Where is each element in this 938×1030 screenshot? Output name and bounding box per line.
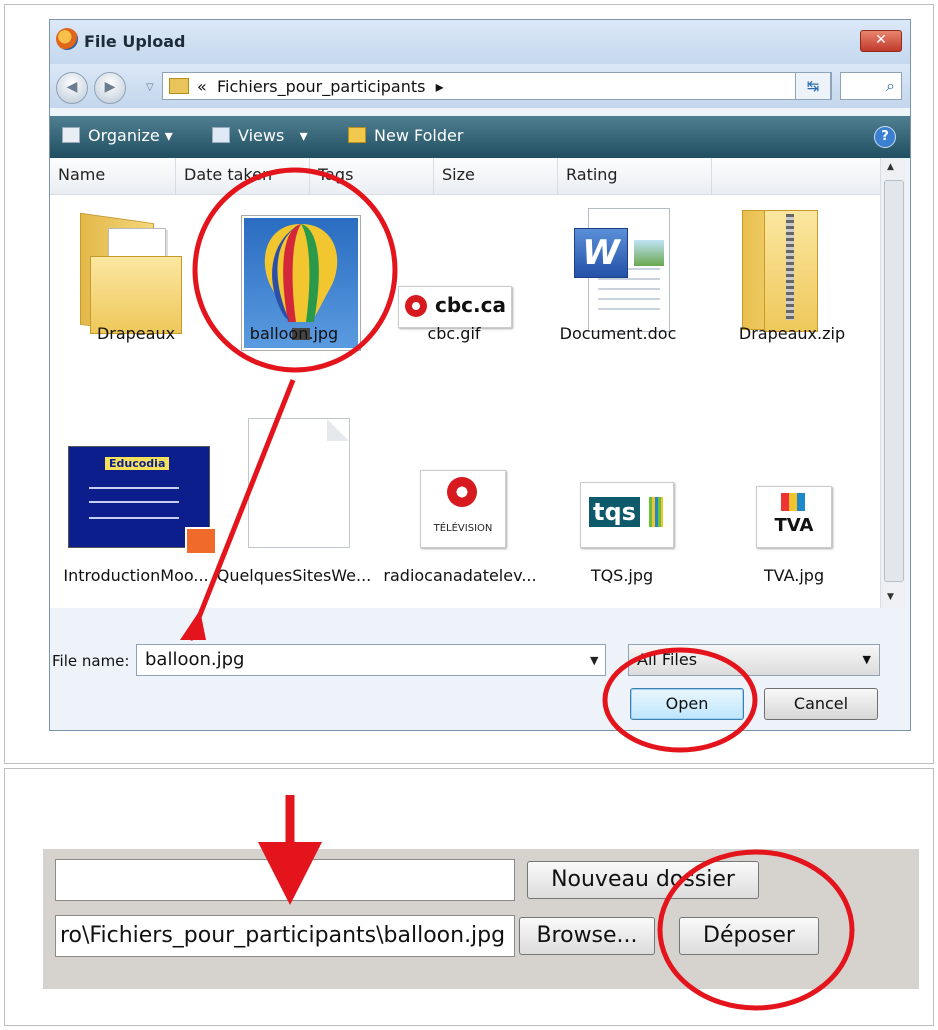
file-item-drapeaux-zip[interactable]: Drapeaux.zip <box>712 202 872 362</box>
column-size[interactable]: Size <box>434 158 558 194</box>
search-input[interactable]: ⌕ <box>840 72 902 100</box>
back-button[interactable]: ◀ <box>56 72 88 104</box>
tqs-logo-icon: tqs <box>580 482 674 548</box>
folder-name-input[interactable] <box>55 859 515 901</box>
file-name-label: File name: <box>52 652 130 670</box>
cbc-logo-icon: cbc.ca <box>398 286 512 328</box>
file-item-quelques-sites[interactable]: QuelquesSitesWe... <box>214 398 374 598</box>
new-folder-icon <box>348 127 366 143</box>
column-rating[interactable]: Rating <box>558 158 712 194</box>
title-bar: File Upload ✕ <box>50 20 910 64</box>
file-item-cbc[interactable]: cbc.ca cbc.gif <box>374 202 534 362</box>
folder-icon <box>80 212 184 336</box>
scrollbar-thumb[interactable] <box>884 180 904 582</box>
file-list: Name Date taken Tags Size Rating Drapeau… <box>50 158 880 608</box>
help-icon[interactable]: ? <box>874 126 896 148</box>
upload-form-panel: Nouveau dossier ro\Fichiers_pour_partici… <box>43 849 919 989</box>
file-path-input[interactable]: ro\Fichiers_pour_participants\balloon.jp… <box>55 915 515 957</box>
firefox-icon <box>56 28 78 50</box>
vertical-scrollbar[interactable]: ▲ ▼ <box>880 158 905 608</box>
tva-logo-icon: TVA <box>756 486 832 548</box>
path-breadcrumb[interactable]: « Fichiers_pour_participants ▸ ▼ <box>162 72 832 100</box>
zip-folder-icon <box>742 210 838 334</box>
organize-menu[interactable]: Organize ▾ <box>62 126 173 145</box>
new-folder-button[interactable]: New Folder <box>348 126 463 145</box>
browse-button[interactable]: Browse... <box>519 917 655 955</box>
dialog-title: File Upload <box>84 32 186 51</box>
close-button[interactable]: ✕ <box>860 30 902 52</box>
views-icon <box>212 127 230 143</box>
path-segment[interactable]: Fichiers_pour_participants <box>217 77 426 96</box>
refresh-button[interactable]: ↹ <box>795 72 831 100</box>
file-item-radiocanada[interactable]: TÉLÉVISION radiocanadatelev... <box>380 398 540 598</box>
file-item-introduction[interactable]: Educodia IntroductionMoo... <box>56 398 217 598</box>
refresh-icon: ↹ <box>806 77 820 95</box>
forward-arrow-icon: ▶ <box>104 79 116 95</box>
path-prefix: « <box>197 77 207 96</box>
recent-pages-dropdown[interactable]: ▽ <box>146 82 154 93</box>
file-name-input[interactable]: balloon.jpg <box>136 644 606 676</box>
file-type-select[interactable]: All Files ▼ <box>628 644 880 676</box>
dialog-footer: File name: balloon.jpg ▼ All Files ▼ Ope… <box>50 608 910 730</box>
column-tags[interactable]: Tags <box>310 158 434 194</box>
chevron-down-icon: ▾ <box>299 126 308 145</box>
screenshot-file-dialog-frame: File Upload ✕ ◀ ▶ ▽ « Fichiers_pour_part… <box>4 4 934 764</box>
close-icon: ✕ <box>875 32 887 48</box>
chevron-down-icon[interactable]: ▼ <box>590 654 598 667</box>
column-date-taken[interactable]: Date taken <box>176 158 310 194</box>
search-icon: ⌕ <box>886 76 895 95</box>
open-button[interactable]: Open <box>630 688 744 720</box>
scroll-up-icon[interactable]: ▲ <box>887 162 894 172</box>
folder-icon <box>169 78 189 94</box>
back-arrow-icon: ◀ <box>66 79 78 95</box>
scroll-down-icon[interactable]: ▼ <box>887 592 894 602</box>
views-menu[interactable]: Views ▾ <box>212 126 308 145</box>
file-upload-dialog: File Upload ✕ ◀ ▶ ▽ « Fichiers_pour_part… <box>49 19 911 731</box>
file-item-drapeaux[interactable]: Drapeaux <box>56 202 216 362</box>
address-bar: ◀ ▶ ▽ « Fichiers_pour_participants ▸ ▼ ↹… <box>50 64 910 108</box>
chevron-down-icon: ▼ <box>862 653 871 666</box>
column-name[interactable]: Name <box>50 158 176 194</box>
word-document-icon: W <box>574 208 670 332</box>
new-folder-form-button[interactable]: Nouveau dossier <box>527 861 759 899</box>
radio-canada-logo-icon: TÉLÉVISION <box>420 470 506 548</box>
file-item-document[interactable]: W Document.doc <box>538 202 698 362</box>
cancel-button[interactable]: Cancel <box>764 688 878 720</box>
blank-document-icon <box>248 418 350 548</box>
chevron-down-icon: ▾ <box>164 126 173 145</box>
file-item-balloon[interactable]: balloon.jpg <box>214 202 374 362</box>
command-toolbar: Organize ▾ Views ▾ New Folder ? <box>50 116 910 158</box>
column-headers: Name Date taken Tags Size Rating <box>50 158 880 195</box>
organize-icon <box>62 127 80 143</box>
path-chevron-icon[interactable]: ▸ <box>436 77 444 96</box>
file-item-tqs[interactable]: tqs TQS.jpg <box>542 398 702 598</box>
file-item-tva[interactable]: TVA TVA.jpg <box>714 398 874 598</box>
forward-button[interactable]: ▶ <box>94 72 126 104</box>
screenshot-upload-form-frame: Nouveau dossier ro\Fichiers_pour_partici… <box>4 768 934 1026</box>
deposer-button[interactable]: Déposer <box>679 917 819 955</box>
presentation-icon: Educodia <box>68 446 217 555</box>
